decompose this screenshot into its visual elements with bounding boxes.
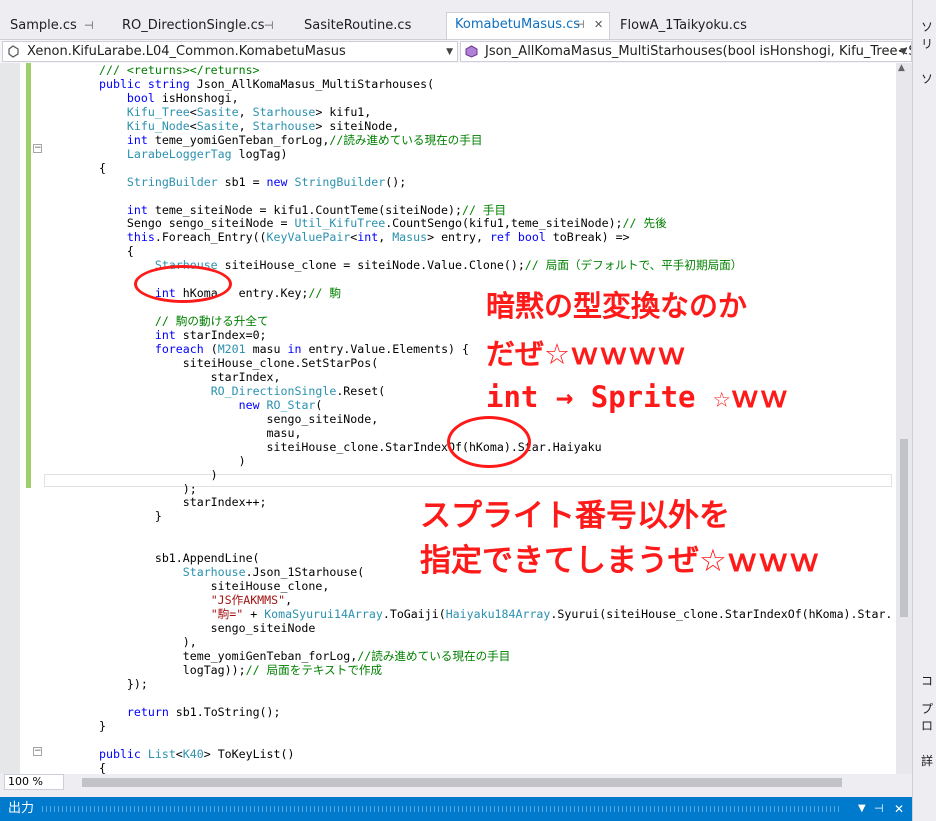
zoom-dropdown[interactable]: 100 % xyxy=(4,774,64,790)
namespace-icon xyxy=(8,45,19,58)
code-line[interactable]: ) xyxy=(99,454,246,468)
code-line[interactable]: { xyxy=(99,761,106,775)
tab-sample[interactable]: Sample.cs ⊣ xyxy=(2,14,110,38)
chevron-down-icon: ▼ xyxy=(446,47,453,57)
code-line[interactable]: } xyxy=(99,509,162,523)
vertical-scrollbar[interactable] xyxy=(896,63,912,774)
collapse-icon[interactable]: − xyxy=(33,144,42,153)
collapse-icon[interactable]: − xyxy=(33,747,42,756)
code-line[interactable]: siteiHouse_clone.SetStarPos( xyxy=(99,356,378,370)
code-line[interactable]: Kifu_Node<Sasite, Starhouse> siteiNode, xyxy=(99,119,399,133)
editor-gutter: − − xyxy=(0,63,44,774)
code-line[interactable]: "JS作AKMMS", xyxy=(99,593,292,607)
tab-label: Sample.cs xyxy=(10,18,77,33)
chevron-down-icon[interactable]: ▼ xyxy=(858,797,866,821)
tab-flowa-1taikyoku[interactable]: FlowA_1Taikyoku.cs xyxy=(612,14,762,38)
tab-komabetumasus[interactable]: KomabetuMasus.cs ⊣ ✕ xyxy=(446,12,610,39)
code-line[interactable]: public List<K40> ToKeyList() xyxy=(99,747,294,761)
code-line[interactable]: }); xyxy=(99,677,148,691)
member-name: Json_AllKomaMasus_MultiStarhouses(bool i… xyxy=(485,44,912,59)
close-icon[interactable]: ✕ xyxy=(894,797,904,821)
panel-label: プロ xyxy=(921,702,934,733)
code-line[interactable]: sengo_siteiNode, xyxy=(99,412,379,426)
document-tab-bar: Sample.cs ⊣ RO_DirectionSingle.cs ⊣ Sasi… xyxy=(0,0,912,40)
code-line[interactable]: int teme_siteiNode = kifu1.CountTeme(sit… xyxy=(99,203,506,217)
pin-icon[interactable]: ⊣ xyxy=(264,14,274,38)
horizontal-scrollbar-thumb[interactable] xyxy=(82,778,842,787)
annotation-circle-hkoma xyxy=(134,265,232,303)
navigation-bar: Xenon.KifuLarabe.L04_Common.KomabetuMasu… xyxy=(0,39,912,65)
solution-explorer-panel[interactable]: ソリ ソ コ プロ 詳 xyxy=(912,0,936,821)
change-tracking-bar xyxy=(26,63,31,488)
code-line[interactable]: foreach (M201 masu in entry.Value.Elemen… xyxy=(99,342,469,356)
pin-icon[interactable]: ⊣ xyxy=(874,797,884,821)
editor-bottom-bar: 100 % xyxy=(0,774,912,791)
panel-label: ソ xyxy=(921,72,934,86)
project-dropdown[interactable]: Xenon.KifuLarabe.L04_Common.KomabetuMasu… xyxy=(2,41,458,62)
panel-title: ソリ xyxy=(921,20,934,51)
code-line[interactable]: logTag));// 局面をテキストで作成 xyxy=(99,663,382,677)
code-line[interactable]: ); xyxy=(99,482,197,496)
code-line[interactable]: return sb1.ToString(); xyxy=(99,705,281,719)
pin-icon[interactable]: ⊣ xyxy=(575,13,585,37)
indicator-margin xyxy=(0,63,20,774)
code-line[interactable]: // 駒の動ける升全て xyxy=(99,314,269,328)
code-line[interactable]: StringBuilder sb1 = new StringBuilder(); xyxy=(99,175,406,189)
code-line[interactable]: int teme_yomiGenTeban_forLog,//読み進めている現在… xyxy=(99,133,483,147)
code-line[interactable]: public string Json_AllKomaMasus_MultiSta… xyxy=(99,77,434,91)
code-line[interactable]: masu, xyxy=(99,426,302,440)
code-line[interactable]: RO_DirectionSingle.Reset( xyxy=(99,384,386,398)
code-line[interactable]: ) xyxy=(99,468,218,482)
tab-label: RO_DirectionSingle.cs xyxy=(122,18,265,33)
code-line[interactable]: sb1.AppendLine( xyxy=(99,551,260,565)
annotation-circle-starindexof xyxy=(447,416,531,468)
code-line[interactable]: starIndex++; xyxy=(99,495,267,509)
code-editor[interactable]: − − /// <returns></returns> public string… xyxy=(0,63,912,774)
code-line[interactable]: siteiHouse_clone, xyxy=(99,579,330,593)
vertical-scrollbar-thumb[interactable] xyxy=(900,439,908,617)
close-icon[interactable]: ✕ xyxy=(594,13,603,37)
panel-grip xyxy=(42,806,842,812)
tab-label: SasiteRoutine.cs xyxy=(304,18,412,33)
method-icon xyxy=(465,45,478,58)
tab-sasiteroutine[interactable]: SasiteRoutine.cs xyxy=(296,14,442,38)
scroll-up-icon[interactable]: ▲ xyxy=(898,63,905,73)
code-line[interactable]: { xyxy=(99,244,134,258)
code-line[interactable]: sengo_siteiNode xyxy=(99,621,316,635)
code-line[interactable]: "駒=" + KomaSyurui14Array.ToGaiji(Haiyaku… xyxy=(99,607,893,621)
code-line[interactable]: Starhouse.Json_1Starhouse( xyxy=(99,565,365,579)
tab-label: FlowA_1Taikyoku.cs xyxy=(620,18,747,33)
project-name: Xenon.KifuLarabe.L04_Common.KomabetuMasu… xyxy=(27,44,346,59)
annotation-text: 暗黙の型変換なのか xyxy=(486,289,748,323)
panel-label: コ xyxy=(921,674,934,688)
code-line[interactable]: LarabeLoggerTag logTag) xyxy=(99,147,288,161)
code-line[interactable]: { xyxy=(99,161,106,175)
code-line[interactable]: int starIndex=0; xyxy=(99,328,267,342)
annotation-text: だぜ☆ｗｗｗｗ xyxy=(486,337,686,371)
member-dropdown[interactable]: Json_AllKomaMasus_MultiStarhouses(bool i… xyxy=(460,41,912,62)
annotation-text: スプライト番号以外を xyxy=(420,498,730,534)
code-line[interactable]: new RO_Star( xyxy=(99,398,323,412)
code-line[interactable]: teme_yomiGenTeban_forLog,//読み進めている現在の手目 xyxy=(99,649,511,663)
tab-label: KomabetuMasus.cs xyxy=(455,17,581,32)
tab-ro-directionsingle[interactable]: RO_DirectionSingle.cs ⊣ xyxy=(114,14,284,38)
output-panel-header[interactable]: 出力 ▼ ⊣ ✕ xyxy=(0,797,912,821)
code-line[interactable]: } xyxy=(99,719,106,733)
code-line[interactable]: this.Foreach_Entry((KeyValuePair<int, Ma… xyxy=(99,230,630,244)
pin-icon[interactable]: ⊣ xyxy=(84,14,94,38)
code-line[interactable]: bool isHonshogi, xyxy=(99,91,239,105)
output-title: 出力 xyxy=(8,801,35,816)
zoom-level: 100 % xyxy=(8,775,43,788)
annotation-text: 指定できてしまうぜ☆ｗｗｗ xyxy=(420,543,820,579)
code-line[interactable]: starIndex, xyxy=(99,370,281,384)
annotation-text: int → Sprite ☆ｗｗ xyxy=(486,380,789,414)
code-line[interactable]: Sengo sengo_siteiNode = Util_KifuTree.Co… xyxy=(99,216,667,230)
code-line[interactable]: Kifu_Tree<Sasite, Starhouse> kifu1, xyxy=(99,105,371,119)
panel-label: 詳 xyxy=(921,754,934,768)
code-line[interactable]: ), xyxy=(99,635,197,649)
chevron-down-icon: ▼ xyxy=(900,47,907,57)
code-line[interactable]: /// <returns></returns> xyxy=(99,63,260,77)
